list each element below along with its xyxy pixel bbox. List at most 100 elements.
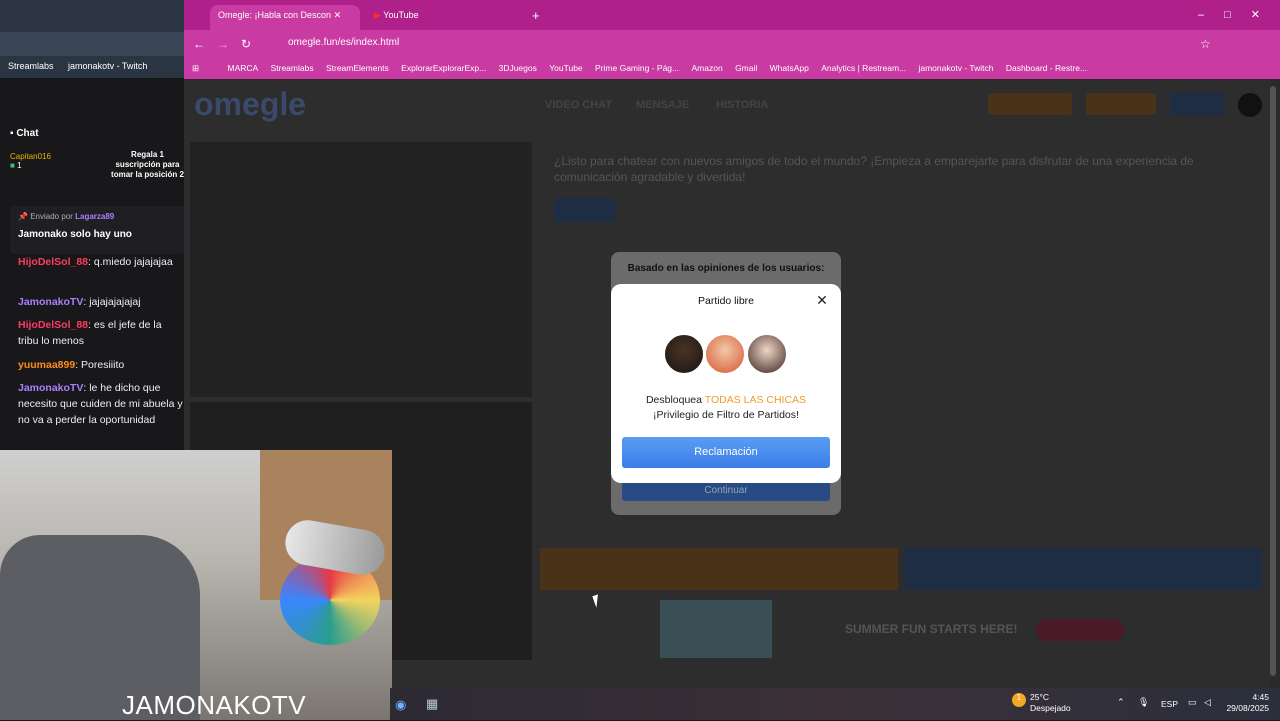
avatar	[704, 333, 746, 375]
nav-mensaje[interactable]: MENSAJE	[636, 99, 689, 111]
bookmark-streamelements[interactable]: StreamElements	[326, 63, 389, 73]
continue-button[interactable]: Continuar	[622, 481, 830, 501]
chat-username[interactable]: HijoDelSol_88	[18, 319, 88, 331]
weather-icon: 1	[1012, 693, 1026, 707]
tab-label: Omegle: ¡Habla con Descon	[218, 10, 332, 20]
bookmark-gmail[interactable]: Gmail	[735, 63, 757, 73]
close-icon[interactable]: ✕	[815, 292, 829, 308]
language-indicator[interactable]: ESP	[1161, 699, 1178, 709]
pin-icon: 📌	[18, 212, 31, 221]
pinned-message: 📌 Enviado por Lagarza89 Jamonako solo ha…	[10, 206, 185, 254]
volume-icon[interactable]: ◁	[1204, 697, 1211, 708]
bookmark-analytics[interactable]: Analytics | Restream...	[821, 63, 906, 73]
nav-historia[interactable]: HISTORIA	[716, 99, 768, 111]
bookmark-prime-gaming[interactable]: Prime Gaming - Pág...	[595, 63, 679, 73]
url-text: omegle.fun/es/index.html	[288, 37, 400, 48]
ad-text: SUMMER FUN STARTS HERE!	[845, 622, 1018, 636]
youtube-icon: ▶	[374, 10, 384, 20]
intro-text: ¿Listo para chatear con nuevos amigos de…	[554, 154, 1194, 184]
bookmark-streamlabs[interactable]: Streamlabs	[8, 61, 54, 71]
steam-icon[interactable]: ◉	[395, 697, 406, 713]
tab-youtube[interactable]: ▶ YouTube	[366, 5, 526, 30]
gift-count: 1	[17, 161, 22, 170]
back-icon[interactable]: ←	[193, 37, 205, 51]
header-button-1[interactable]	[988, 93, 1072, 115]
ad-banner[interactable]	[660, 600, 772, 658]
bookmark-3djuegos[interactable]: 3DJuegos	[499, 63, 537, 73]
bookmark-marca[interactable]: MARCA	[228, 63, 259, 73]
tab-label: YouTube	[383, 10, 419, 20]
chat-username[interactable]: yuumaa899	[18, 359, 75, 371]
bookmark-twitch[interactable]: jamonakotv - Twitch	[68, 61, 147, 71]
dialog-text-a: Desbloquea	[645, 394, 705, 406]
bookmark-streamlabs[interactable]: Streamlabs	[271, 63, 314, 73]
start-button[interactable]	[554, 198, 616, 222]
opinions-title: Basado en las opiniones de los usuarios:	[627, 263, 825, 274]
clock-time: 4:45	[1252, 692, 1269, 702]
chevron-up-icon[interactable]: ⌃	[1117, 697, 1125, 708]
profile-avatar[interactable]	[1238, 93, 1262, 117]
weather-badge: 1	[1016, 693, 1022, 702]
microphone-icon[interactable]: 🎙	[1138, 697, 1149, 708]
remote-video	[190, 142, 532, 397]
reload-icon[interactable]: ↻	[241, 37, 251, 51]
bookmark-youtube[interactable]: YouTube	[549, 63, 582, 73]
avatar	[663, 333, 705, 375]
pinned-text: Jamonako solo hay uno	[18, 229, 132, 240]
clock[interactable]: 4:45 29/08/2025	[1224, 692, 1269, 714]
claim-button[interactable]: Reclamación	[622, 437, 830, 468]
chat-text: : Poresiiito	[75, 359, 125, 371]
gift-leaderboard: Capitan016 ■ 1 Regala 1 suscripción para…	[10, 150, 185, 190]
star-icon[interactable]: ☆	[1200, 37, 1211, 51]
url-bar[interactable]: omegle.fun/es/index.html	[264, 33, 1164, 54]
chat-text: : jajajajajajaj	[83, 296, 141, 308]
chat-text: : q.miedo jajajajaa	[88, 256, 173, 268]
apps-icon[interactable]: ⊞	[192, 63, 199, 74]
close-icon[interactable]: ✕	[334, 10, 342, 20]
bookmark-amazon[interactable]: Amazon	[692, 63, 723, 73]
weather-widget[interactable]: 25°C Despejado	[1030, 692, 1071, 714]
next-bar[interactable]	[904, 548, 1262, 590]
gift-user[interactable]: Capitan016	[10, 152, 51, 161]
chat-message: JamonakoTV: jajajajajajaj	[18, 294, 183, 310]
dialog-text: Desbloquea TODAS LAS CHICAS ¡Privilegio …	[622, 393, 830, 423]
header-button-3[interactable]	[1170, 93, 1224, 115]
chat-message: HijoDelSol_88: es el jefe de la tribu lo…	[18, 317, 183, 349]
dialog-title: Partido libre	[697, 295, 755, 307]
left-browser-tabbar	[0, 0, 185, 32]
gift-icon: ■	[10, 161, 18, 170]
stop-bar[interactable]	[540, 548, 898, 590]
ad-button[interactable]	[1036, 619, 1124, 641]
weather-temp: 25°C	[1030, 692, 1049, 702]
new-tab-icon[interactable]: +	[532, 8, 540, 23]
gift-notice: Regala 1 suscripción para tomar la posic…	[111, 150, 180, 179]
clock-date: 29/08/2025	[1226, 703, 1269, 713]
forward-icon[interactable]: →	[217, 37, 229, 51]
header-button-2[interactable]	[1086, 93, 1156, 115]
dialog-highlight: TODAS LAS CHICAS	[704, 394, 807, 406]
bookmark-twitch[interactable]: jamonakotv - Twitch	[918, 63, 993, 73]
left-browser-addressbar[interactable]	[0, 32, 185, 56]
nav-video-chat[interactable]: VIDEO CHAT	[545, 99, 612, 111]
tab-omegle[interactable]: Omegle: ¡Habla con Descon ✕	[210, 5, 360, 30]
calculator-icon[interactable]: ▦	[426, 696, 438, 712]
avatar	[746, 333, 788, 375]
chat-message: JamonakoTV: le he dicho que necesito que…	[18, 380, 183, 428]
bookmark-dashboard[interactable]: Dashboard - Restre...	[1006, 63, 1087, 73]
streamer-watermark: JAMONAKOTV	[122, 690, 307, 720]
bookmarks-bar: ⊞ MARCA Streamlabs StreamElements Explor…	[184, 57, 1280, 79]
chat-message: HijoDelSol_88: q.miedo jajajajaa	[18, 254, 183, 270]
window-controls[interactable]: –□✕	[1198, 8, 1280, 21]
weather-desc: Despejado	[1030, 703, 1071, 713]
chat-username[interactable]: JamonakoTV	[18, 382, 83, 394]
chat-header: ▪ Chat	[0, 124, 185, 144]
scrollbar[interactable]	[1270, 86, 1276, 676]
pinned-user[interactable]: Lagarza89	[75, 212, 114, 221]
chat-title: Chat	[16, 128, 39, 139]
bookmark-whatsapp[interactable]: WhatsApp	[770, 63, 809, 73]
omegle-logo: omegle	[194, 86, 307, 122]
chat-username[interactable]: HijoDelSol_88	[18, 256, 88, 268]
bookmark-explorar[interactable]: ExplorarExplorarExp...	[401, 63, 486, 73]
chat-username[interactable]: JamonakoTV	[18, 296, 83, 308]
network-icon[interactable]: ▭	[1188, 697, 1197, 708]
